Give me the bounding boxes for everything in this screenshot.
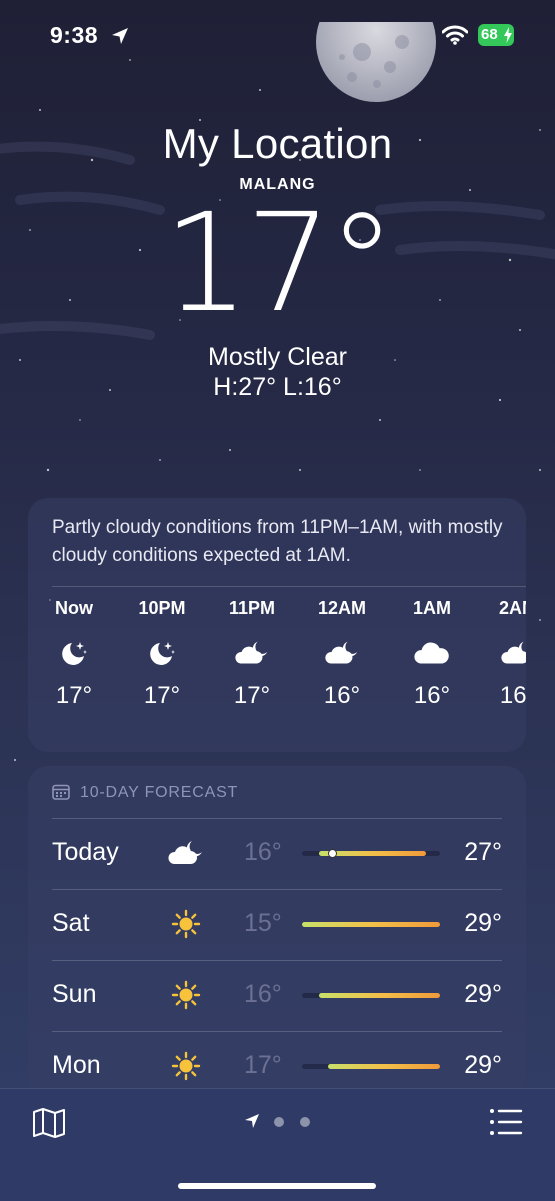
moon-stars-icon (150, 642, 175, 665)
hour-label: 12AM (317, 598, 366, 618)
daily-row: Sat 15° 29° (28, 889, 526, 960)
hour-label: 10PM (138, 598, 186, 618)
charging-bolt-icon (504, 27, 512, 43)
cloud-moon-icon (168, 841, 202, 864)
day-icon-wrap (166, 1051, 206, 1081)
row-divider (52, 960, 502, 961)
sun-icon (171, 980, 201, 1010)
high-temp: 27° (464, 838, 502, 866)
row-divider (52, 1031, 502, 1032)
hourly-item: 11PM 17° (212, 598, 292, 710)
row-divider (52, 889, 502, 890)
hourly-item: Now 17° (34, 598, 114, 710)
moon-stars-icon (62, 642, 87, 665)
low-temp: 17° (244, 1051, 282, 1079)
ten-day-header: 10-DAY FORECAST (80, 784, 239, 801)
ten-day-forecast-card[interactable]: 10-DAY FORECAST Today 16° 27° Sat 15° 29… (28, 766, 526, 1096)
divider (52, 586, 526, 587)
status-time: 9:38 (50, 22, 99, 48)
high-temp: 29° (464, 909, 502, 937)
hour-label: Now (55, 598, 93, 618)
hour-temp: 17° (55, 682, 93, 709)
low-temp: 16° (244, 838, 282, 866)
temp-range-bar (302, 922, 440, 927)
row-divider (52, 818, 502, 819)
cloud-moon-icon (501, 641, 526, 664)
list-icon[interactable] (489, 1107, 523, 1137)
day-label: Today (52, 838, 119, 866)
temp-range-fill (318, 993, 440, 998)
hourly-summary: Partly cloudy conditions from 11PM–1AM, … (52, 517, 503, 566)
day-icon-wrap (166, 980, 206, 1010)
hour-icon-wrap (302, 638, 382, 668)
hour-icon-wrap (122, 638, 202, 668)
hour-temp: 17° (233, 682, 271, 709)
temp-range-fill (302, 922, 440, 927)
hour-icon-wrap (34, 638, 114, 668)
daily-row: Today 16° 27° (28, 818, 526, 889)
current-location-page-icon[interactable] (244, 1113, 260, 1129)
day-label: Sun (52, 980, 97, 1008)
hourly-item: 10PM 17° (122, 598, 202, 710)
temp-range-bar (302, 849, 440, 858)
hour-label: 1AM (412, 598, 451, 618)
hour-icon-wrap (478, 638, 526, 668)
day-label: Mon (52, 1051, 101, 1079)
current-temp-marker (328, 849, 338, 858)
hour-temp: 16° (323, 682, 361, 709)
day-icon-wrap (166, 909, 206, 939)
daily-row: Sun 16° 29° (28, 960, 526, 1031)
hourly-item: 1AM 16° (392, 598, 472, 710)
bottom-toolbar (0, 1088, 555, 1201)
home-indicator (178, 1183, 376, 1189)
temp-range-fill (328, 1064, 440, 1069)
day-icon-wrap (166, 838, 206, 868)
hourly-forecast-card[interactable]: Partly cloudy conditions from 11PM–1AM, … (28, 498, 526, 752)
daily-row: Mon 17° 29° (28, 1031, 526, 1096)
high-temp: 29° (464, 1051, 502, 1079)
cloud-icon (414, 642, 449, 664)
hour-label: 2AM (498, 598, 526, 618)
hourly-item: 12AM 16° (302, 598, 382, 710)
high-low-temperature: H:27° L:16° (213, 373, 342, 401)
temp-range-bar (302, 993, 440, 998)
location-arrow-icon (112, 28, 128, 44)
temp-range-bar (302, 1064, 440, 1069)
current-temperature: 17° (162, 185, 396, 343)
cloud-moon-icon (325, 641, 358, 664)
page-dot[interactable] (300, 1117, 310, 1127)
location-title: My Location (162, 120, 393, 167)
battery-level: 68 (481, 26, 498, 43)
hour-label: 11PM (228, 598, 276, 618)
cloud-moon-icon (235, 641, 268, 664)
hour-temp: 17° (143, 682, 181, 709)
sun-icon (171, 909, 201, 939)
sun-icon (171, 1051, 201, 1081)
wifi-icon (442, 25, 468, 45)
high-temp: 29° (464, 980, 502, 1008)
hour-icon-wrap (392, 638, 472, 668)
battery-indicator: 68 (478, 24, 514, 46)
low-temp: 15° (244, 909, 282, 937)
map-icon[interactable] (32, 1107, 66, 1139)
hourly-scroll[interactable]: Now 17° 10PM 17° 11PM 17° 12AM 16° 1AM 16° 2A… (28, 598, 526, 738)
day-label: Sat (52, 909, 90, 937)
hour-temp: 16° (413, 682, 451, 709)
low-temp: 16° (244, 980, 282, 1008)
status-bar: 9:38 68 (0, 0, 555, 70)
calendar-icon (52, 784, 70, 800)
page-dot[interactable] (274, 1117, 284, 1127)
moon-icon (316, 22, 436, 102)
hour-temp: 16° (499, 682, 526, 709)
hourly-item: 2AM 16° (478, 598, 526, 710)
hour-icon-wrap (212, 638, 292, 668)
current-condition: Mostly Clear (208, 343, 347, 371)
